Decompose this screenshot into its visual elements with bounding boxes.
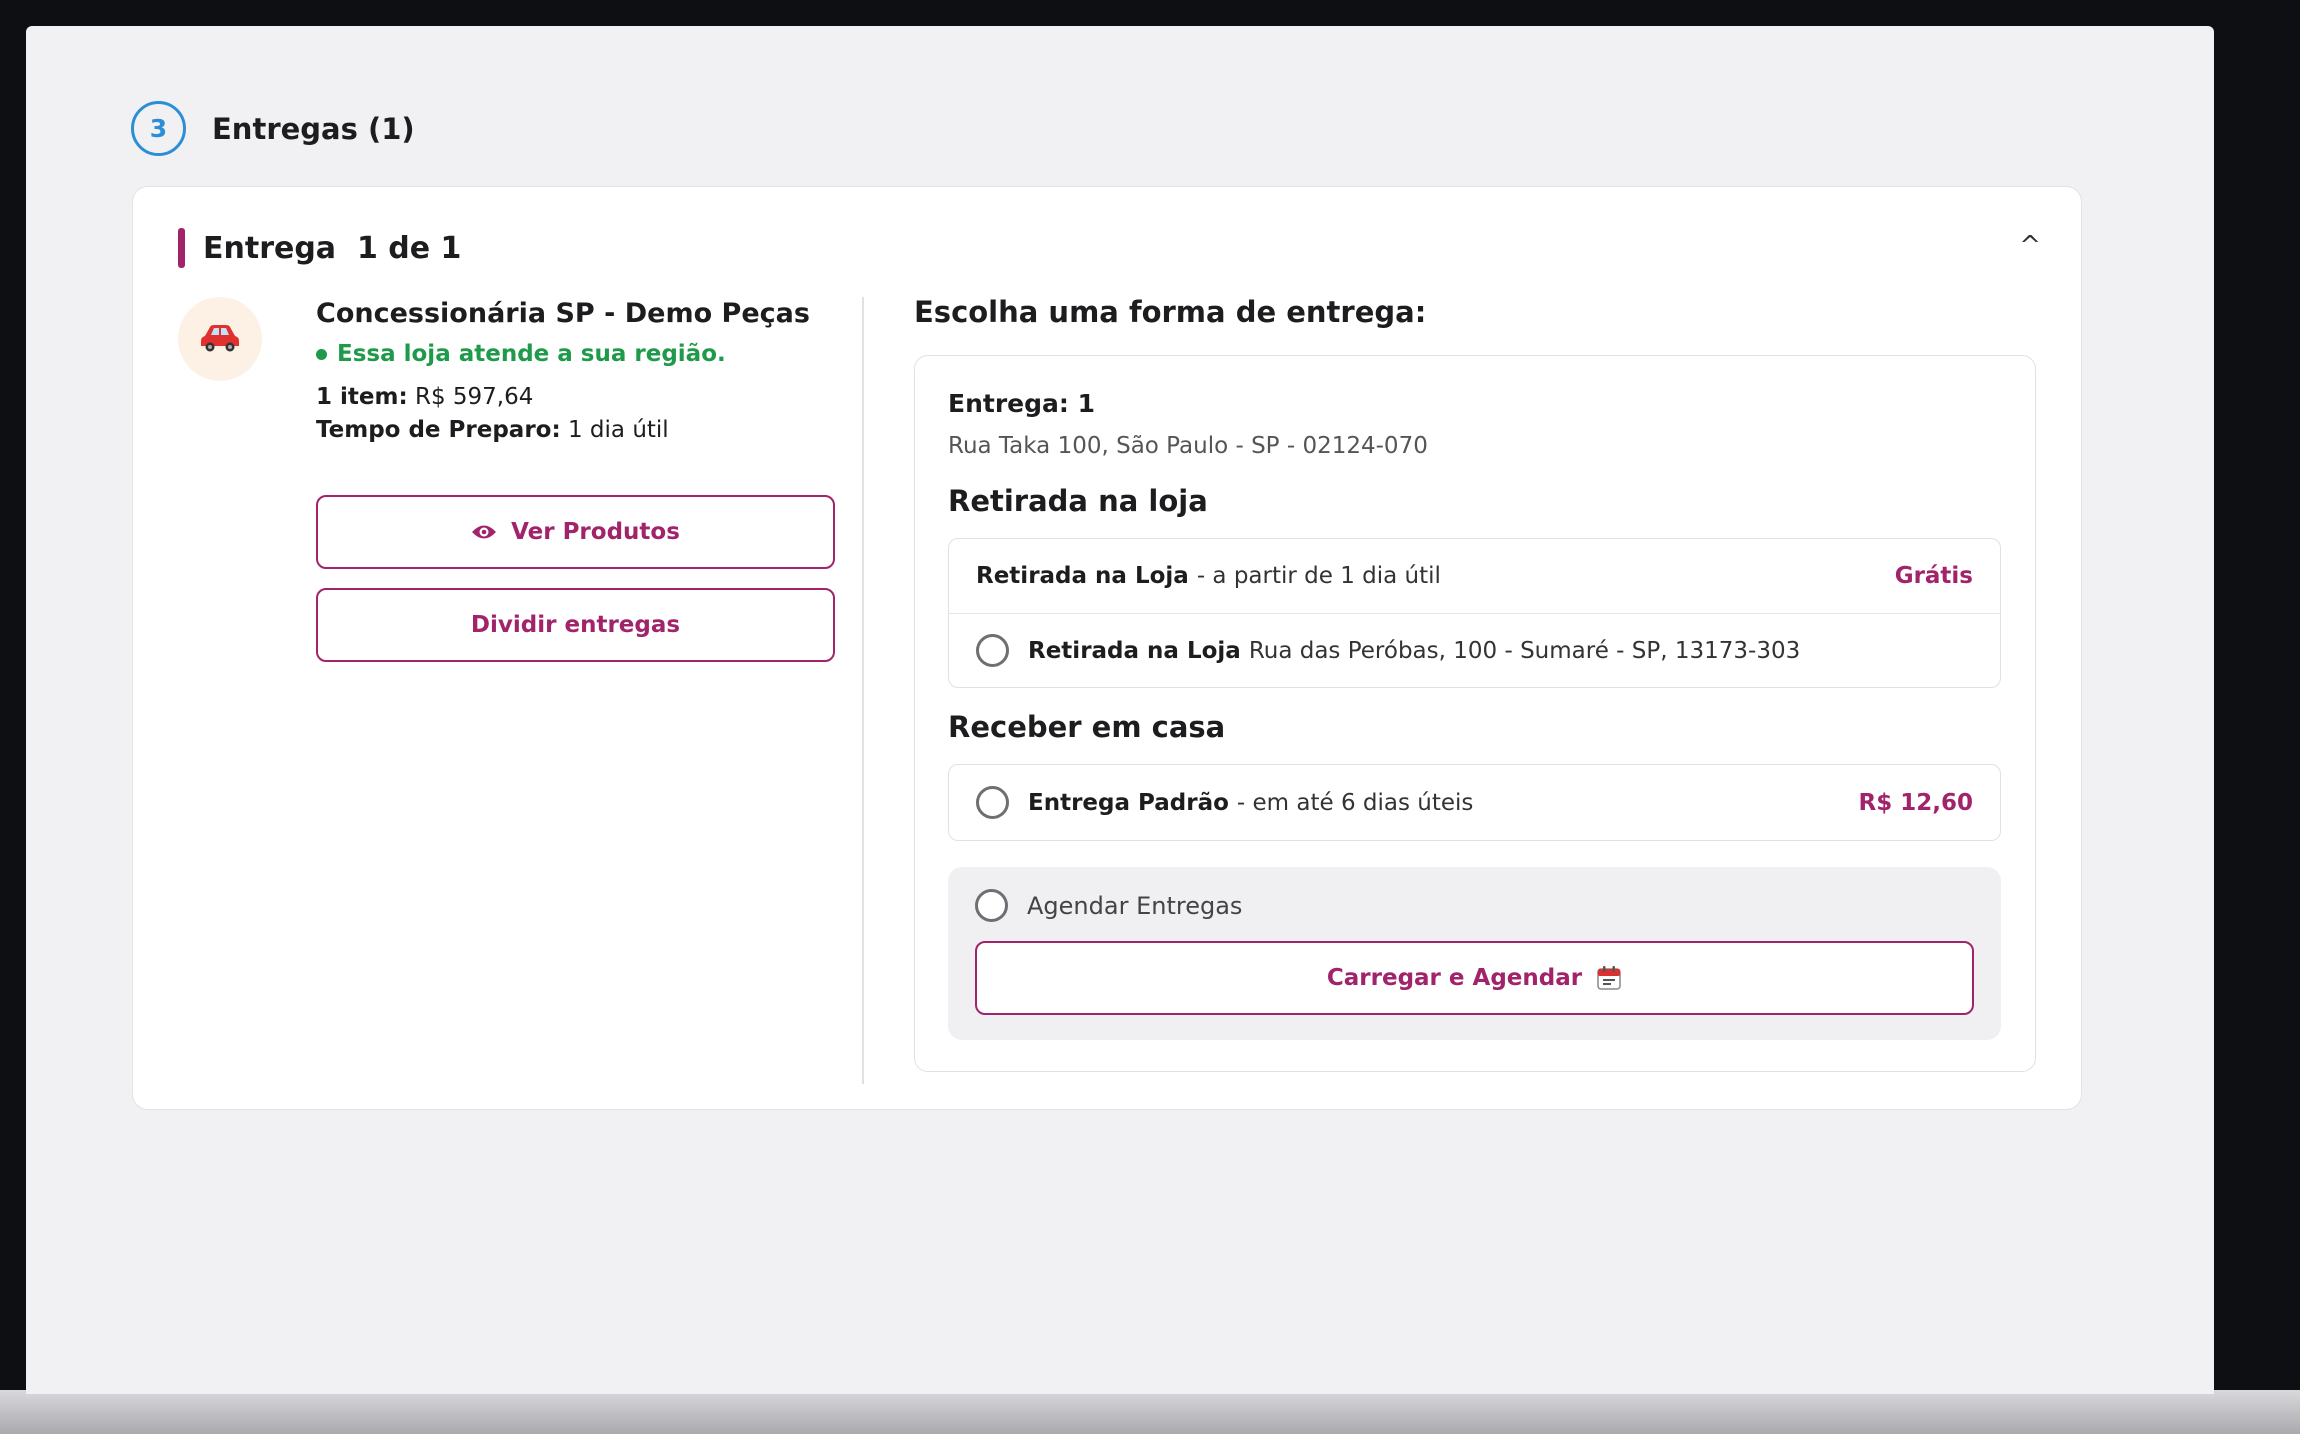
split-deliveries-button[interactable]: Dividir entregas <box>316 588 835 662</box>
prep-time-line: Tempo de Preparo: 1 dia útil <box>316 414 836 447</box>
view-products-label: Ver Produtos <box>511 519 680 545</box>
store-avatar <box>178 297 262 381</box>
laptop-base <box>0 1390 2300 1434</box>
prep-value: 1 dia útil <box>567 417 669 443</box>
items-value: R$ 597,64 <box>414 384 534 410</box>
delivery-options-box: Entrega: 1 Rua Taka 100, São Paulo - SP … <box>914 355 2036 1072</box>
accent-bar <box>178 228 185 268</box>
schedule-box: Agendar Entregas Carregar e Agendar <box>948 867 2001 1040</box>
status-dot-icon <box>316 348 327 360</box>
items-label: 1 item: <box>316 384 408 410</box>
schedule-radio[interactable] <box>975 889 1008 922</box>
standard-delivery-price: R$ 12,60 <box>1858 789 1973 816</box>
pickup-option-address: Rua das Peróbas, 100 - Sumaré - SP, 1317… <box>1248 637 1801 664</box>
screen: 3 Entregas (1) Entrega 1 de 1 ^ Concessi <box>26 26 2214 1394</box>
card-title: Entrega 1 de 1 <box>203 230 462 266</box>
home-delivery-section-title: Receber em casa <box>948 710 1226 744</box>
step-number: 3 <box>131 101 186 156</box>
standard-delivery-name: Entrega Padrão <box>1028 789 1229 816</box>
pickup-store-option[interactable]: Retirada na Loja Rua das Peróbas, 100 - … <box>949 613 2000 687</box>
store-name: Concessionária SP - Demo Peças <box>316 298 810 329</box>
step-title: Entregas (1) <box>212 111 415 146</box>
column-divider <box>862 297 864 1084</box>
store-info: Concessionária SP - Demo Peças Essa loja… <box>316 297 836 447</box>
standard-delivery-option[interactable]: Entrega Padrão - em até 6 dias úteis R$ … <box>949 765 2000 840</box>
prep-label: Tempo de Preparo: <box>316 417 561 443</box>
eye-icon <box>471 523 497 541</box>
calendar-icon <box>1596 965 1622 991</box>
view-products-button[interactable]: Ver Produtos <box>316 495 835 569</box>
region-status-text: Essa loja atende a sua região. <box>337 341 726 367</box>
delivery-label: Entrega: 1 <box>948 389 1095 418</box>
load-and-schedule-label: Carregar e Agendar <box>1326 965 1583 991</box>
step-header: 3 Entregas (1) <box>131 101 415 156</box>
items-line: 1 item: R$ 597,64 <box>316 381 836 414</box>
split-deliveries-label: Dividir entregas <box>470 612 681 638</box>
schedule-option[interactable]: Agendar Entregas <box>975 889 1242 922</box>
load-and-schedule-button[interactable]: Carregar e Agendar <box>975 941 1974 1015</box>
car-icon <box>199 322 241 356</box>
pickup-radio[interactable] <box>976 634 1009 667</box>
pickup-header-detail: - a partir de 1 dia útil <box>1196 563 1441 589</box>
collapse-toggle[interactable]: ^ <box>2019 231 2041 261</box>
pickup-header-name: Retirada na Loja <box>976 563 1189 589</box>
standard-delivery-detail: - em até 6 dias úteis <box>1236 789 1474 816</box>
region-status: Essa loja atende a sua região. <box>316 341 836 367</box>
home-delivery-option-group: Entrega Padrão - em até 6 dias úteis R$ … <box>948 764 2001 841</box>
standard-delivery-radio[interactable] <box>976 786 1009 819</box>
delivery-address: Rua Taka 100, São Paulo - SP - 02124-070 <box>948 433 1428 459</box>
schedule-label: Agendar Entregas <box>1027 891 1243 920</box>
card-header: Entrega 1 de 1 <box>178 227 461 269</box>
pickup-option-name: Retirada na Loja <box>1028 637 1241 664</box>
delivery-card: Entrega 1 de 1 ^ Concessionária SP - Dem… <box>132 186 2082 1110</box>
pickup-price: Grátis <box>1894 563 1973 589</box>
pickup-header-row: Retirada na Loja - a partir de 1 dia úti… <box>949 539 2000 613</box>
pickup-option-group: Retirada na Loja - a partir de 1 dia úti… <box>948 538 2001 688</box>
options-title: Escolha uma forma de entrega: <box>914 295 1427 329</box>
pickup-section-title: Retirada na loja <box>948 484 1208 518</box>
